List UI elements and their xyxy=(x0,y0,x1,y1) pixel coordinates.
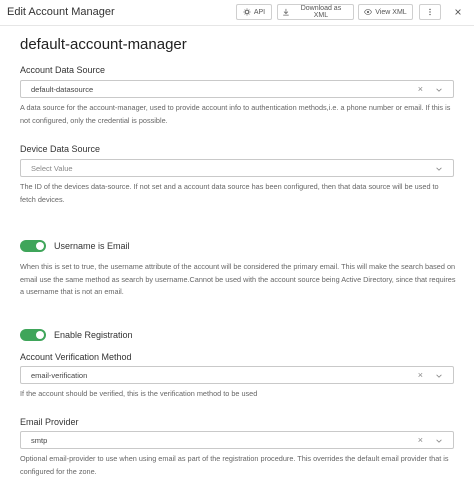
username-is-email-label: Username is Email xyxy=(54,241,130,251)
api-icon xyxy=(243,8,251,16)
enable-registration-label: Enable Registration xyxy=(54,330,133,340)
device-data-source-help: The ID of the devices data-source. If no… xyxy=(20,182,439,204)
modal-header: Edit Account Manager API Download as XML… xyxy=(0,0,474,26)
download-xml-button-label: Download as XML xyxy=(300,5,342,19)
username-is-email-toggle[interactable] xyxy=(20,240,46,252)
account-verification-method-select[interactable]: email-verification × xyxy=(20,366,454,384)
device-data-source-label: Device Data Source xyxy=(20,144,101,154)
account-data-source-help: A data source for the account-manager, u… xyxy=(20,103,451,125)
api-button[interactable]: API xyxy=(236,4,272,20)
chevron-down-icon[interactable] xyxy=(435,437,443,445)
view-xml-button-label: View XML xyxy=(375,8,407,16)
chevron-down-icon[interactable] xyxy=(435,165,443,173)
clear-icon[interactable]: × xyxy=(418,370,423,380)
account-data-source-value: default-datasource xyxy=(31,85,94,94)
device-data-source-placeholder: Select Value xyxy=(31,164,73,173)
close-button[interactable] xyxy=(448,4,468,20)
chevron-down-icon[interactable] xyxy=(435,372,443,380)
username-is-email-help: When this is set to true, the username a… xyxy=(20,262,456,296)
page-title: default-account-manager xyxy=(20,36,187,53)
enable-registration-toggle[interactable] xyxy=(20,329,46,341)
more-vertical-icon xyxy=(429,8,431,16)
chevron-down-icon[interactable] xyxy=(435,86,443,94)
email-provider-select[interactable]: smtp × xyxy=(20,431,454,449)
account-data-source-label: Account Data Source xyxy=(20,65,106,75)
account-data-source-select[interactable]: default-datasource × xyxy=(20,80,454,98)
email-provider-help: Optional email-provider to use when usin… xyxy=(20,454,449,476)
clear-icon[interactable]: × xyxy=(418,84,423,94)
download-xml-button[interactable]: Download as XML xyxy=(277,4,354,20)
api-button-label: API xyxy=(253,8,266,16)
download-icon xyxy=(283,8,289,16)
email-provider-value: smtp xyxy=(31,436,48,445)
more-options-button[interactable] xyxy=(419,4,441,20)
account-verification-method-value: email-verification xyxy=(31,371,88,380)
account-verification-method-label: Account Verification Method xyxy=(20,352,132,362)
email-provider-label: Email Provider xyxy=(20,417,79,427)
close-icon xyxy=(455,9,461,15)
modal-title: Edit Account Manager xyxy=(7,6,115,18)
view-xml-button[interactable]: View XML xyxy=(358,4,413,20)
account-verification-method-help: If the account should be verified, this … xyxy=(20,389,258,398)
clear-icon[interactable]: × xyxy=(418,435,423,445)
eye-icon xyxy=(364,9,373,15)
device-data-source-select[interactable]: Select Value xyxy=(20,159,454,177)
